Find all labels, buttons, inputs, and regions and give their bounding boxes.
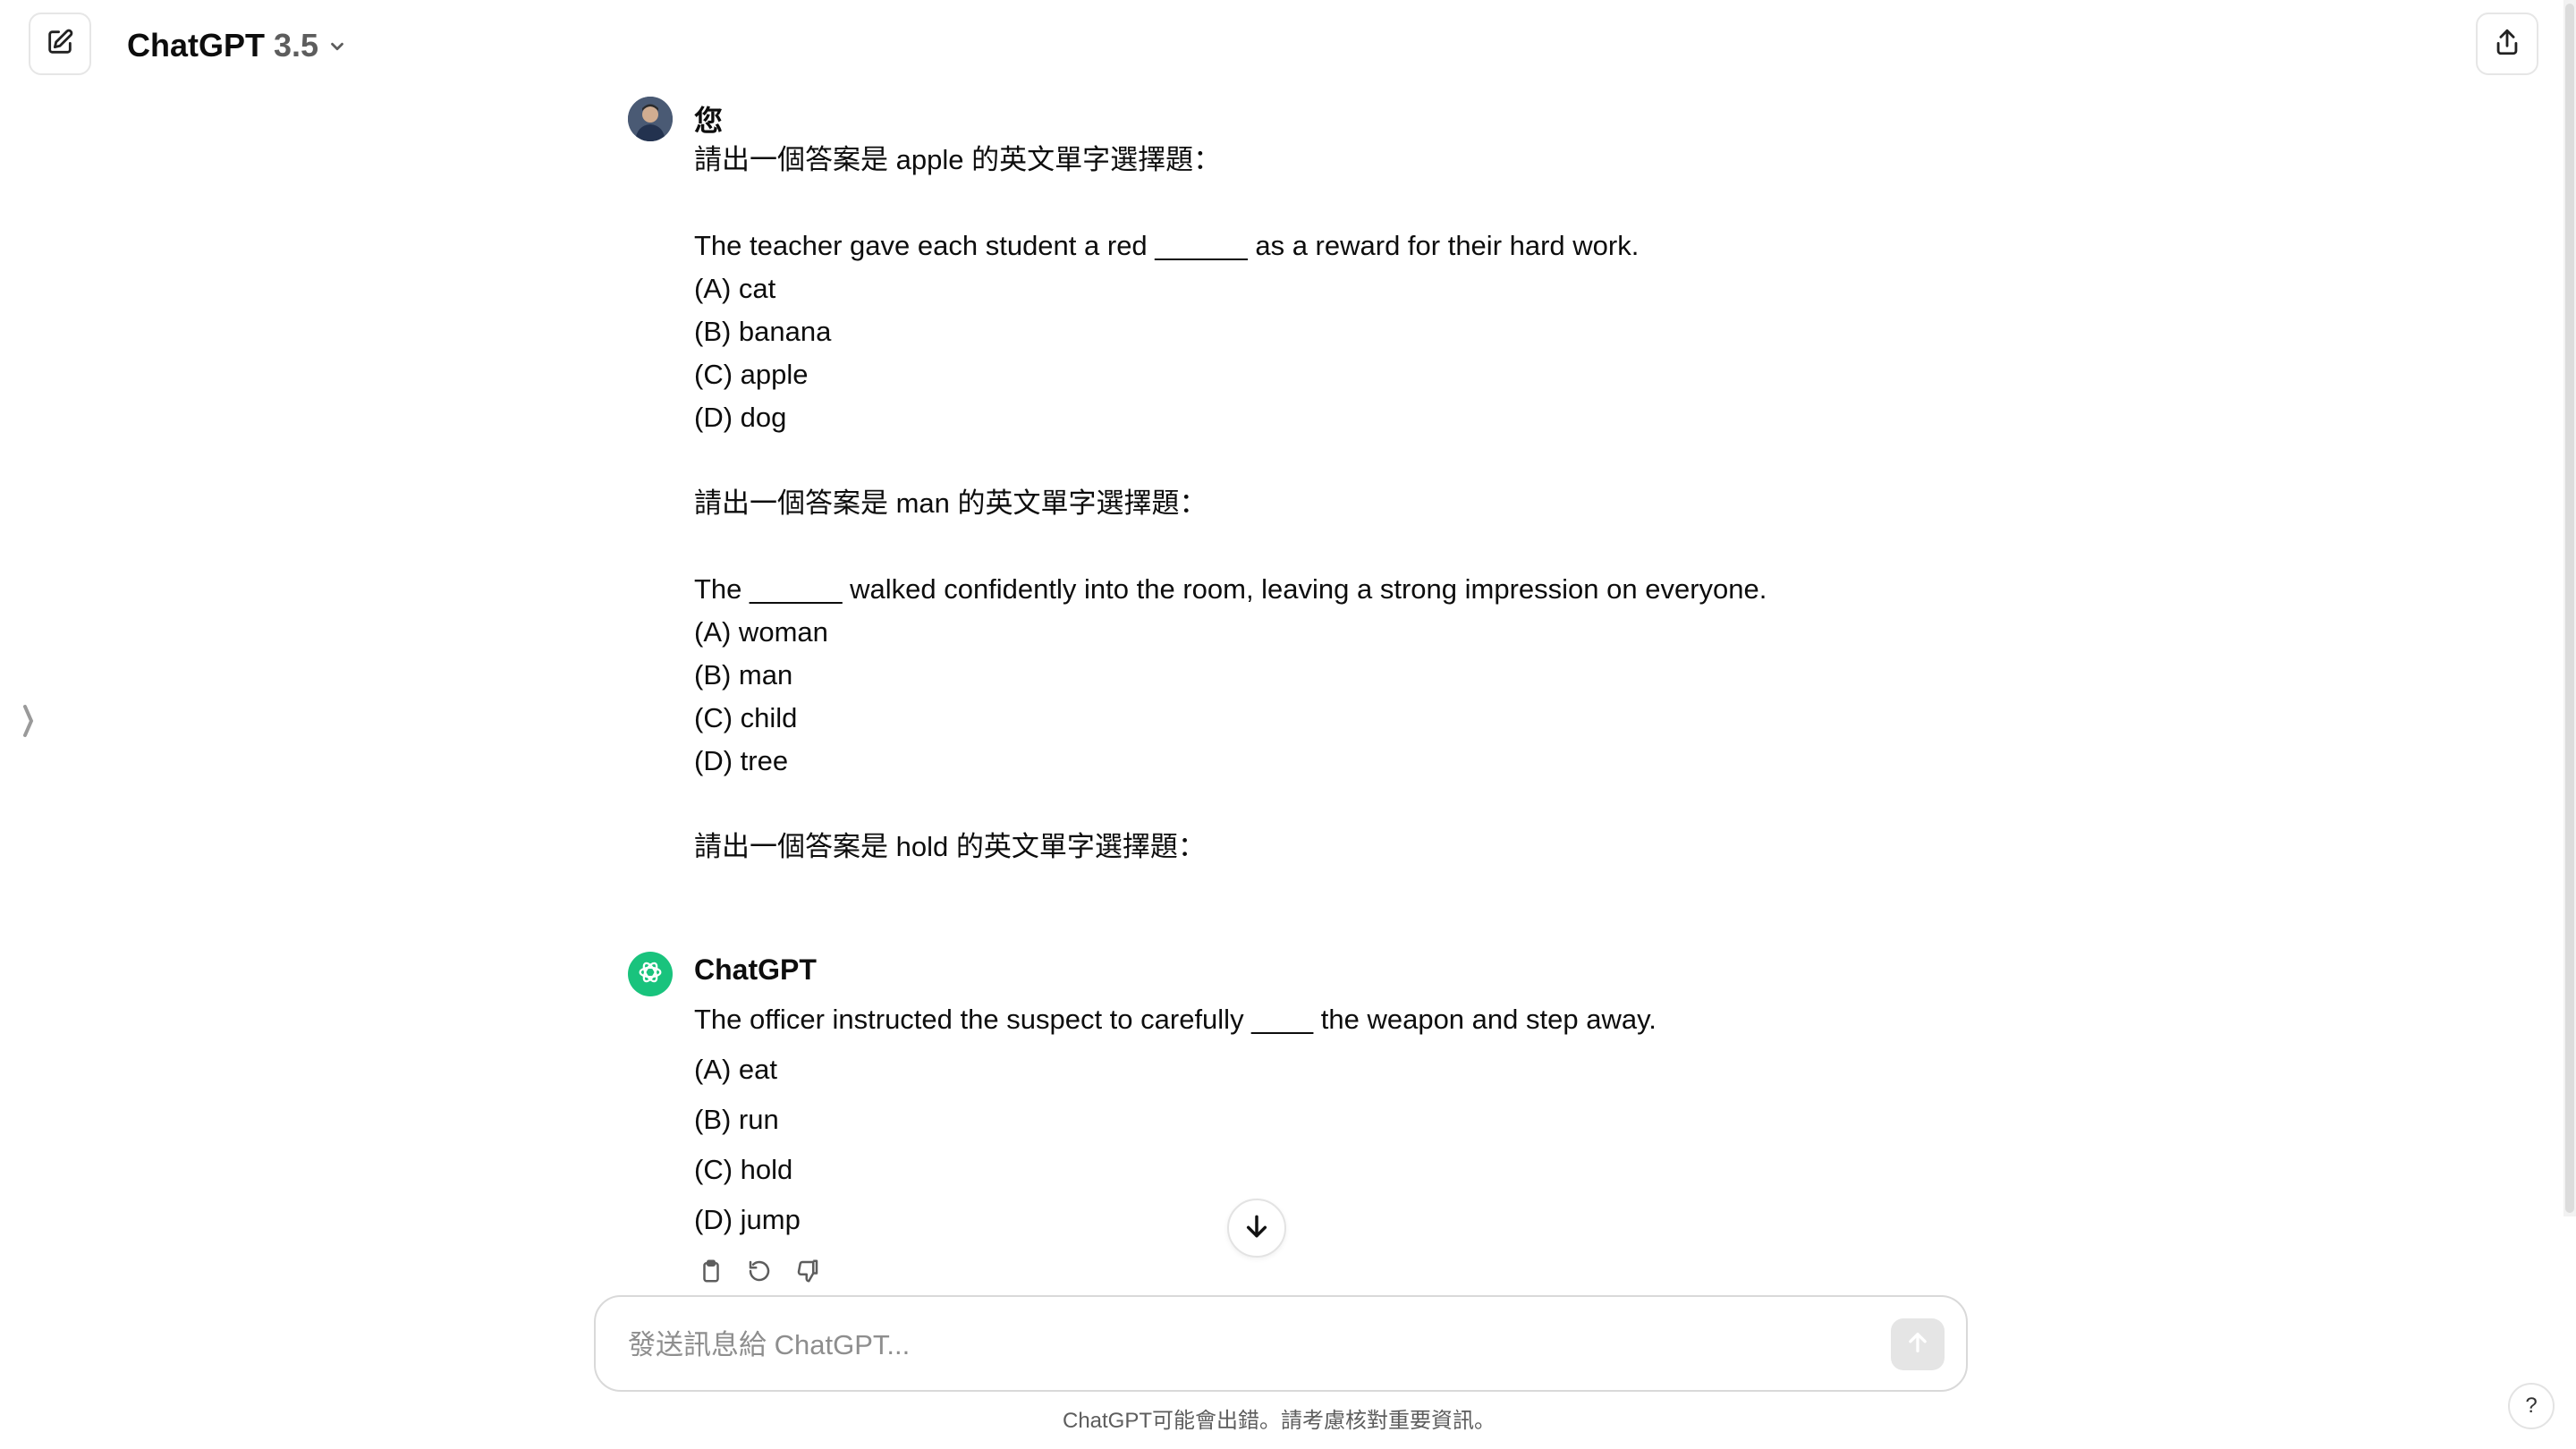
model-name: ChatGPT (127, 27, 266, 64)
help-button[interactable]: ? (2508, 1383, 2555, 1429)
disclaimer-text: ChatGPT可能會出錯。請考慮核對重要資訊。 (1062, 1409, 1496, 1433)
message-line: The teacher gave each student a red ____… (694, 230, 1640, 261)
copy-icon (698, 1258, 724, 1289)
scrollbar-thumb[interactable] (2565, 4, 2574, 1213)
message-line: The officer instructed the suspect to ca… (694, 1004, 1657, 1035)
message-line: (D) jump (694, 1204, 801, 1235)
arrow-down-icon (1242, 1212, 1271, 1245)
model-switcher[interactable]: ChatGPT 3.5 (127, 21, 347, 70)
message-line: (A) eat (694, 1054, 778, 1085)
message-line (694, 525, 1767, 568)
user-author-label: 您 (694, 105, 724, 137)
regenerate-icon (746, 1258, 773, 1289)
message-line: (D) dog (694, 402, 787, 433)
assistant-author-label: ChatGPT (694, 953, 817, 986)
chevron-down-icon (327, 27, 347, 64)
copy-button[interactable] (694, 1256, 728, 1290)
message-line: (A) woman (694, 616, 828, 648)
regenerate-button[interactable] (742, 1256, 776, 1290)
message-line (694, 182, 1767, 225)
openai-logo-icon (635, 957, 665, 992)
user-avatar (628, 97, 673, 141)
message-line: (B) man (694, 659, 793, 691)
message-line: (B) banana (694, 316, 832, 347)
message-line: 請出一個答案是 apple 的英文單字選擇題： (694, 144, 1222, 175)
message-line: (A) cat (694, 273, 776, 304)
new-chat-button[interactable] (29, 13, 91, 75)
message-line: (C) apple (694, 359, 809, 390)
model-version: 3.5 (274, 27, 319, 64)
thumbs-down-icon (794, 1258, 821, 1289)
message-line: The ______ walked confidently into the r… (694, 573, 1767, 605)
message-line: 請出一個答案是 man 的英文單字選擇題： (694, 487, 1208, 519)
message-input[interactable] (626, 1322, 1846, 1368)
chevron-right-icon (21, 703, 36, 743)
message-actions (694, 1256, 825, 1290)
chatgpt-avatar (628, 952, 673, 996)
message-composer (594, 1295, 1968, 1392)
message-line (694, 439, 1767, 482)
edit-pencil-icon (45, 27, 75, 62)
chat-app: ChatGPT 3.5 您 請出一個答案是 apple 的英文單字選擇題： Th… (0, 0, 2576, 1449)
message-line (694, 783, 1767, 826)
thumbs-down-button[interactable] (791, 1256, 825, 1290)
message-line: (C) hold (694, 1154, 793, 1185)
message-line: (B) run (694, 1104, 779, 1135)
assistant-message-body: The officer instructed the suspect to ca… (694, 995, 1657, 1245)
send-button[interactable] (1891, 1318, 1945, 1370)
scroll-to-bottom-button[interactable] (1227, 1199, 1286, 1258)
user-message-body: 請出一個答案是 apple 的英文單字選擇題： The teacher gave … (694, 139, 1767, 869)
arrow-up-icon (1905, 1330, 1930, 1360)
share-button[interactable] (2476, 13, 2538, 75)
message-line: (D) tree (694, 745, 789, 776)
message-line: (C) child (694, 702, 798, 733)
sidebar-toggle[interactable] (18, 703, 39, 742)
message-line: 請出一個答案是 hold 的英文單字選擇題： (694, 831, 1206, 862)
help-label: ? (2525, 1394, 2538, 1418)
share-upload-icon (2492, 27, 2522, 62)
